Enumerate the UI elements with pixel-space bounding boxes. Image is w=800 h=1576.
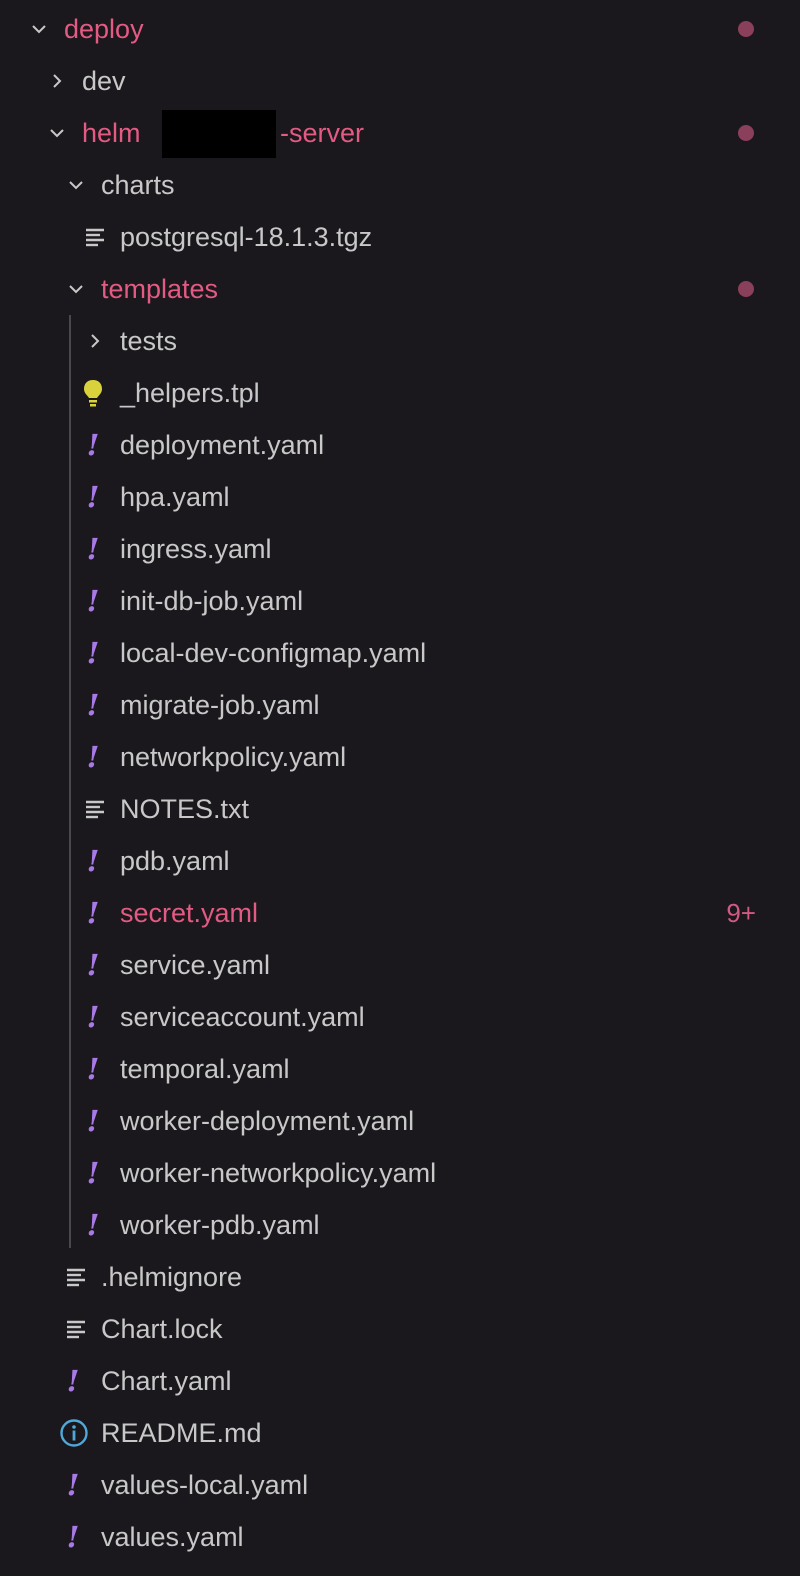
yaml-exclamation-icon: ! <box>86 532 100 566</box>
folder-dev[interactable]: dev <box>0 55 800 107</box>
modified-dot <box>738 21 754 37</box>
file-label: postgresql-18.1.3.tgz <box>120 222 373 252</box>
chevron-down-icon[interactable] <box>63 159 89 211</box>
redaction-box <box>162 110 276 158</box>
file-deployment-yaml[interactable]: ! deployment.yaml <box>0 419 800 471</box>
folder-label: dev <box>82 66 126 96</box>
yaml-exclamation-icon: ! <box>86 1052 100 1086</box>
yaml-exclamation-icon: ! <box>66 1364 80 1398</box>
file-label: _helpers.tpl <box>120 378 260 408</box>
yaml-exclamation-icon: ! <box>86 1000 100 1034</box>
file-label: secret.yaml <box>120 898 259 928</box>
file-label: migrate-job.yaml <box>120 690 320 720</box>
file-helpers-tpl[interactable]: _helpers.tpl <box>0 367 800 419</box>
file-label: ingress.yaml <box>120 534 272 564</box>
file-notes-txt[interactable]: NOTES.txt <box>0 783 800 835</box>
file-helmignore[interactable]: .helmignore <box>0 1251 800 1303</box>
file-worker-pdb-yaml[interactable]: ! worker-pdb.yaml <box>0 1199 800 1251</box>
yaml-exclamation-icon: ! <box>86 688 100 722</box>
folder-tests[interactable]: tests <box>0 315 800 367</box>
file-label: worker-networkpolicy.yaml <box>120 1158 437 1188</box>
file-explorer-tree: deploy dev helm -server charts postgresq… <box>0 0 800 1576</box>
info-icon <box>58 1407 90 1459</box>
file-label: service.yaml <box>120 950 271 980</box>
file-chart-yaml[interactable]: ! Chart.yaml <box>0 1355 800 1407</box>
file-service-yaml[interactable]: ! service.yaml <box>0 939 800 991</box>
yaml-exclamation-icon: ! <box>86 896 100 930</box>
file-label: values.yaml <box>101 1522 244 1552</box>
yaml-exclamation-icon: ! <box>66 1468 80 1502</box>
text-file-icon <box>82 783 108 835</box>
folder-label: charts <box>101 170 175 200</box>
file-label: worker-deployment.yaml <box>120 1106 415 1136</box>
text-file-icon <box>63 1303 89 1355</box>
file-pdb-yaml[interactable]: ! pdb.yaml <box>0 835 800 887</box>
text-file-icon <box>63 1251 89 1303</box>
lightbulb-icon <box>80 367 106 419</box>
yaml-exclamation-icon: ! <box>86 740 100 774</box>
file-label: NOTES.txt <box>120 794 250 824</box>
modified-dot <box>738 281 754 297</box>
file-local-dev-configmap-yaml[interactable]: ! local-dev-configmap.yaml <box>0 627 800 679</box>
folder-label-suffix: -server <box>280 118 365 148</box>
folder-label: templates <box>101 274 219 304</box>
file-migrate-job-yaml[interactable]: ! migrate-job.yaml <box>0 679 800 731</box>
file-label: deployment.yaml <box>120 430 325 460</box>
file-ingress-yaml[interactable]: ! ingress.yaml <box>0 523 800 575</box>
file-label: local-dev-configmap.yaml <box>120 638 427 668</box>
file-worker-networkpolicy-yaml[interactable]: ! worker-networkpolicy.yaml <box>0 1147 800 1199</box>
file-postgresql-tgz[interactable]: postgresql-18.1.3.tgz <box>0 211 800 263</box>
chevron-down-icon[interactable] <box>26 3 52 55</box>
folder-deploy[interactable]: deploy <box>0 3 800 55</box>
file-readme-md[interactable]: README.md <box>0 1407 800 1459</box>
chevron-right-icon[interactable] <box>44 55 70 107</box>
file-label: values-local.yaml <box>101 1470 309 1500</box>
problems-badge: 9+ <box>726 898 756 928</box>
file-label: hpa.yaml <box>120 482 230 512</box>
chevron-down-icon[interactable] <box>63 263 89 315</box>
yaml-exclamation-icon: ! <box>86 480 100 514</box>
folder-label: tests <box>120 326 178 356</box>
file-label: README.md <box>101 1418 262 1448</box>
file-init-db-job-yaml[interactable]: ! init-db-job.yaml <box>0 575 800 627</box>
yaml-exclamation-icon: ! <box>86 844 100 878</box>
file-label: init-db-job.yaml <box>120 586 304 616</box>
yaml-exclamation-icon: ! <box>86 948 100 982</box>
chevron-right-icon[interactable] <box>82 315 108 367</box>
yaml-exclamation-icon: ! <box>86 636 100 670</box>
folder-label: deploy <box>64 14 144 44</box>
file-label: .helmignore <box>101 1262 243 1292</box>
folder-label-prefix: helm <box>82 118 141 148</box>
folder-helm-server[interactable]: helm -server <box>0 107 800 159</box>
folder-templates[interactable]: templates <box>0 263 800 315</box>
chevron-down-icon[interactable] <box>44 107 70 159</box>
file-serviceaccount-yaml[interactable]: ! serviceaccount.yaml <box>0 991 800 1043</box>
yaml-exclamation-icon: ! <box>66 1520 80 1554</box>
yaml-exclamation-icon: ! <box>86 1104 100 1138</box>
file-label: networkpolicy.yaml <box>120 742 347 772</box>
file-label: temporal.yaml <box>120 1054 290 1084</box>
yaml-exclamation-icon: ! <box>86 428 100 462</box>
file-label: Chart.lock <box>101 1314 223 1344</box>
file-secret-yaml[interactable]: ! secret.yaml 9+ <box>0 887 800 939</box>
text-file-icon <box>82 211 108 263</box>
file-values-yaml[interactable]: ! values.yaml <box>0 1511 800 1563</box>
file-networkpolicy-yaml[interactable]: ! networkpolicy.yaml <box>0 731 800 783</box>
file-label: Chart.yaml <box>101 1366 232 1396</box>
file-chart-lock[interactable]: Chart.lock <box>0 1303 800 1355</box>
file-temporal-yaml[interactable]: ! temporal.yaml <box>0 1043 800 1095</box>
folder-charts[interactable]: charts <box>0 159 800 211</box>
yaml-exclamation-icon: ! <box>86 584 100 618</box>
yaml-exclamation-icon: ! <box>86 1208 100 1242</box>
file-label: serviceaccount.yaml <box>120 1002 365 1032</box>
file-label: pdb.yaml <box>120 846 230 876</box>
yaml-exclamation-icon: ! <box>86 1156 100 1190</box>
file-label: worker-pdb.yaml <box>120 1210 320 1240</box>
file-worker-deployment-yaml[interactable]: ! worker-deployment.yaml <box>0 1095 800 1147</box>
file-values-local-yaml[interactable]: ! values-local.yaml <box>0 1459 800 1511</box>
modified-dot <box>738 125 754 141</box>
file-hpa-yaml[interactable]: ! hpa.yaml <box>0 471 800 523</box>
